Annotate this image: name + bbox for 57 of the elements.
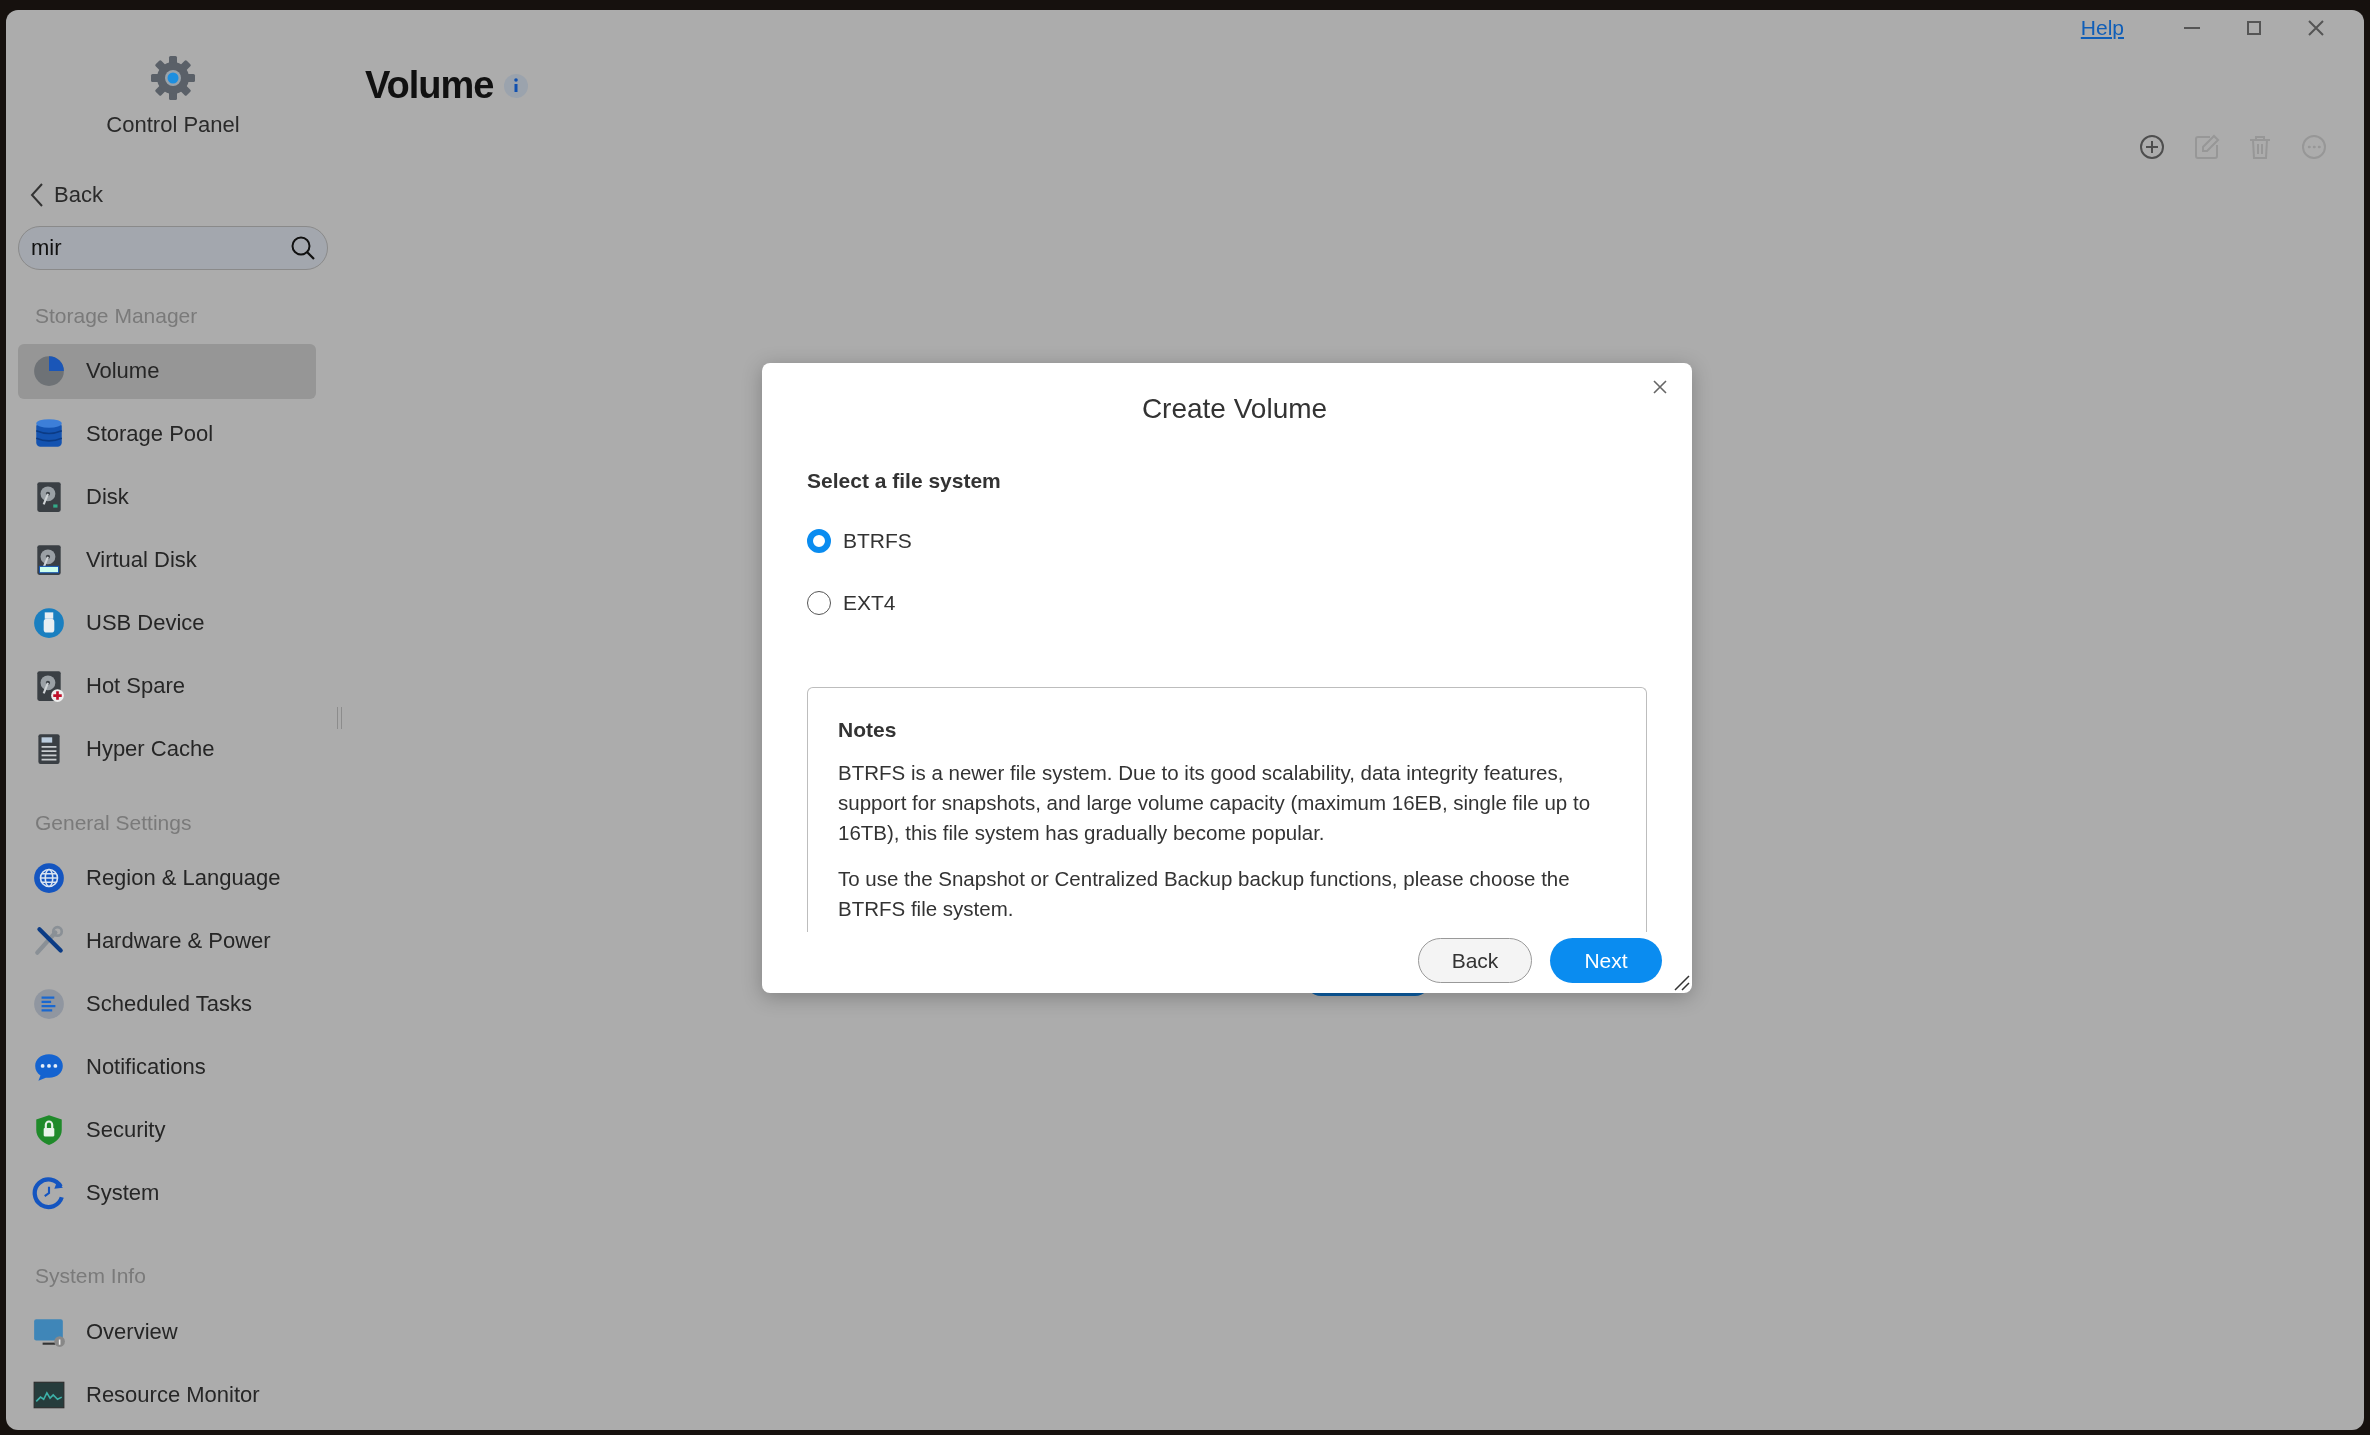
globe-icon [32,861,66,896]
prompt-label: Select a file system [807,469,1001,493]
chevron-left-icon [30,182,44,208]
item-label: Region & Language [86,865,281,892]
item-label: USB Device [86,610,205,637]
radio-option[interactable]: BTRFS [807,529,912,553]
next-button[interactable]: Next [1550,938,1662,983]
item-label: Overview [86,1318,178,1345]
item-label: Volume [86,358,160,385]
notes-text: BTRFS is a newer file system. Due to its good scalability, data integrity features, support for snapshots, and large volume capacity (maximum 16EB, single file up to 16TB), this file system has gradually become popular. [838,760,1592,846]
radio-button[interactable] [807,529,831,553]
sidebar-item[interactable]: System [18,1165,316,1221]
sidebar-item[interactable]: Hot Spare [18,658,316,714]
gear-icon [149,54,197,102]
item-label: System [86,1179,160,1206]
dialog-title: Create Volume [1141,393,1328,425]
sidebar-item[interactable]: Scheduled Tasks [18,976,316,1032]
sidebar-item[interactable]: Notifications [18,1039,316,1095]
sidebar-item[interactable]: Disk [18,469,316,525]
item-label: Hyper Cache [86,736,215,763]
sidebar-item[interactable]: Volume [18,344,316,399]
sidebar-item[interactable]: Hyper Cache [18,721,316,777]
usb-stick-icon [32,606,66,641]
item-label: Scheduled Tasks [86,990,252,1017]
item-label: Security [86,1116,166,1143]
page-title: Volume [365,64,494,107]
item-label: Virtual Disk [86,547,197,574]
minimize-icon [2184,27,2200,29]
item-label: Notifications [86,1053,206,1080]
wrench-screwdriver-icon [32,923,66,958]
item-label: Hot Spare [86,673,186,700]
search-field[interactable]: mir [18,226,328,270]
radio-option[interactable]: EXT4 [807,591,896,615]
app-title: Control Panel [106,112,240,138]
info-icon[interactable] [503,72,530,99]
back-button[interactable]: Back [1418,938,1532,983]
sidebar-item[interactable]: Virtual Disk [18,532,316,588]
sidebar-item[interactable]: Overview [18,1304,316,1360]
item-label: Hardware & Power [86,927,271,954]
clock-refresh-icon [32,1175,66,1210]
sidebar-item[interactable]: Resource Monitor [18,1367,316,1423]
sidebar-item[interactable]: Hardware & Power [18,913,316,969]
task-list-icon [32,986,66,1021]
notes-text: To use the Snapshot or Centralized Backup backup functions, please choose the BTRFS file system. [838,866,1571,922]
sidebar-item[interactable]: USB Device [18,595,316,651]
item-label: Disk [86,484,129,511]
sidebar-item[interactable]: Security [18,1102,316,1158]
notes-heading: Notes [838,718,897,742]
radio-button[interactable] [807,591,831,615]
item-label: Storage Pool [86,421,214,448]
item-label: Resource Monitor [86,1381,260,1408]
resize-handle[interactable] [337,707,342,729]
sidebar-item[interactable]: Region & Language [18,850,316,906]
pie-chart-icon [32,354,66,389]
search-icon [290,235,316,261]
sidebar-item[interactable]: Storage Pool [18,406,316,462]
back-link[interactable]: Back [30,182,103,208]
